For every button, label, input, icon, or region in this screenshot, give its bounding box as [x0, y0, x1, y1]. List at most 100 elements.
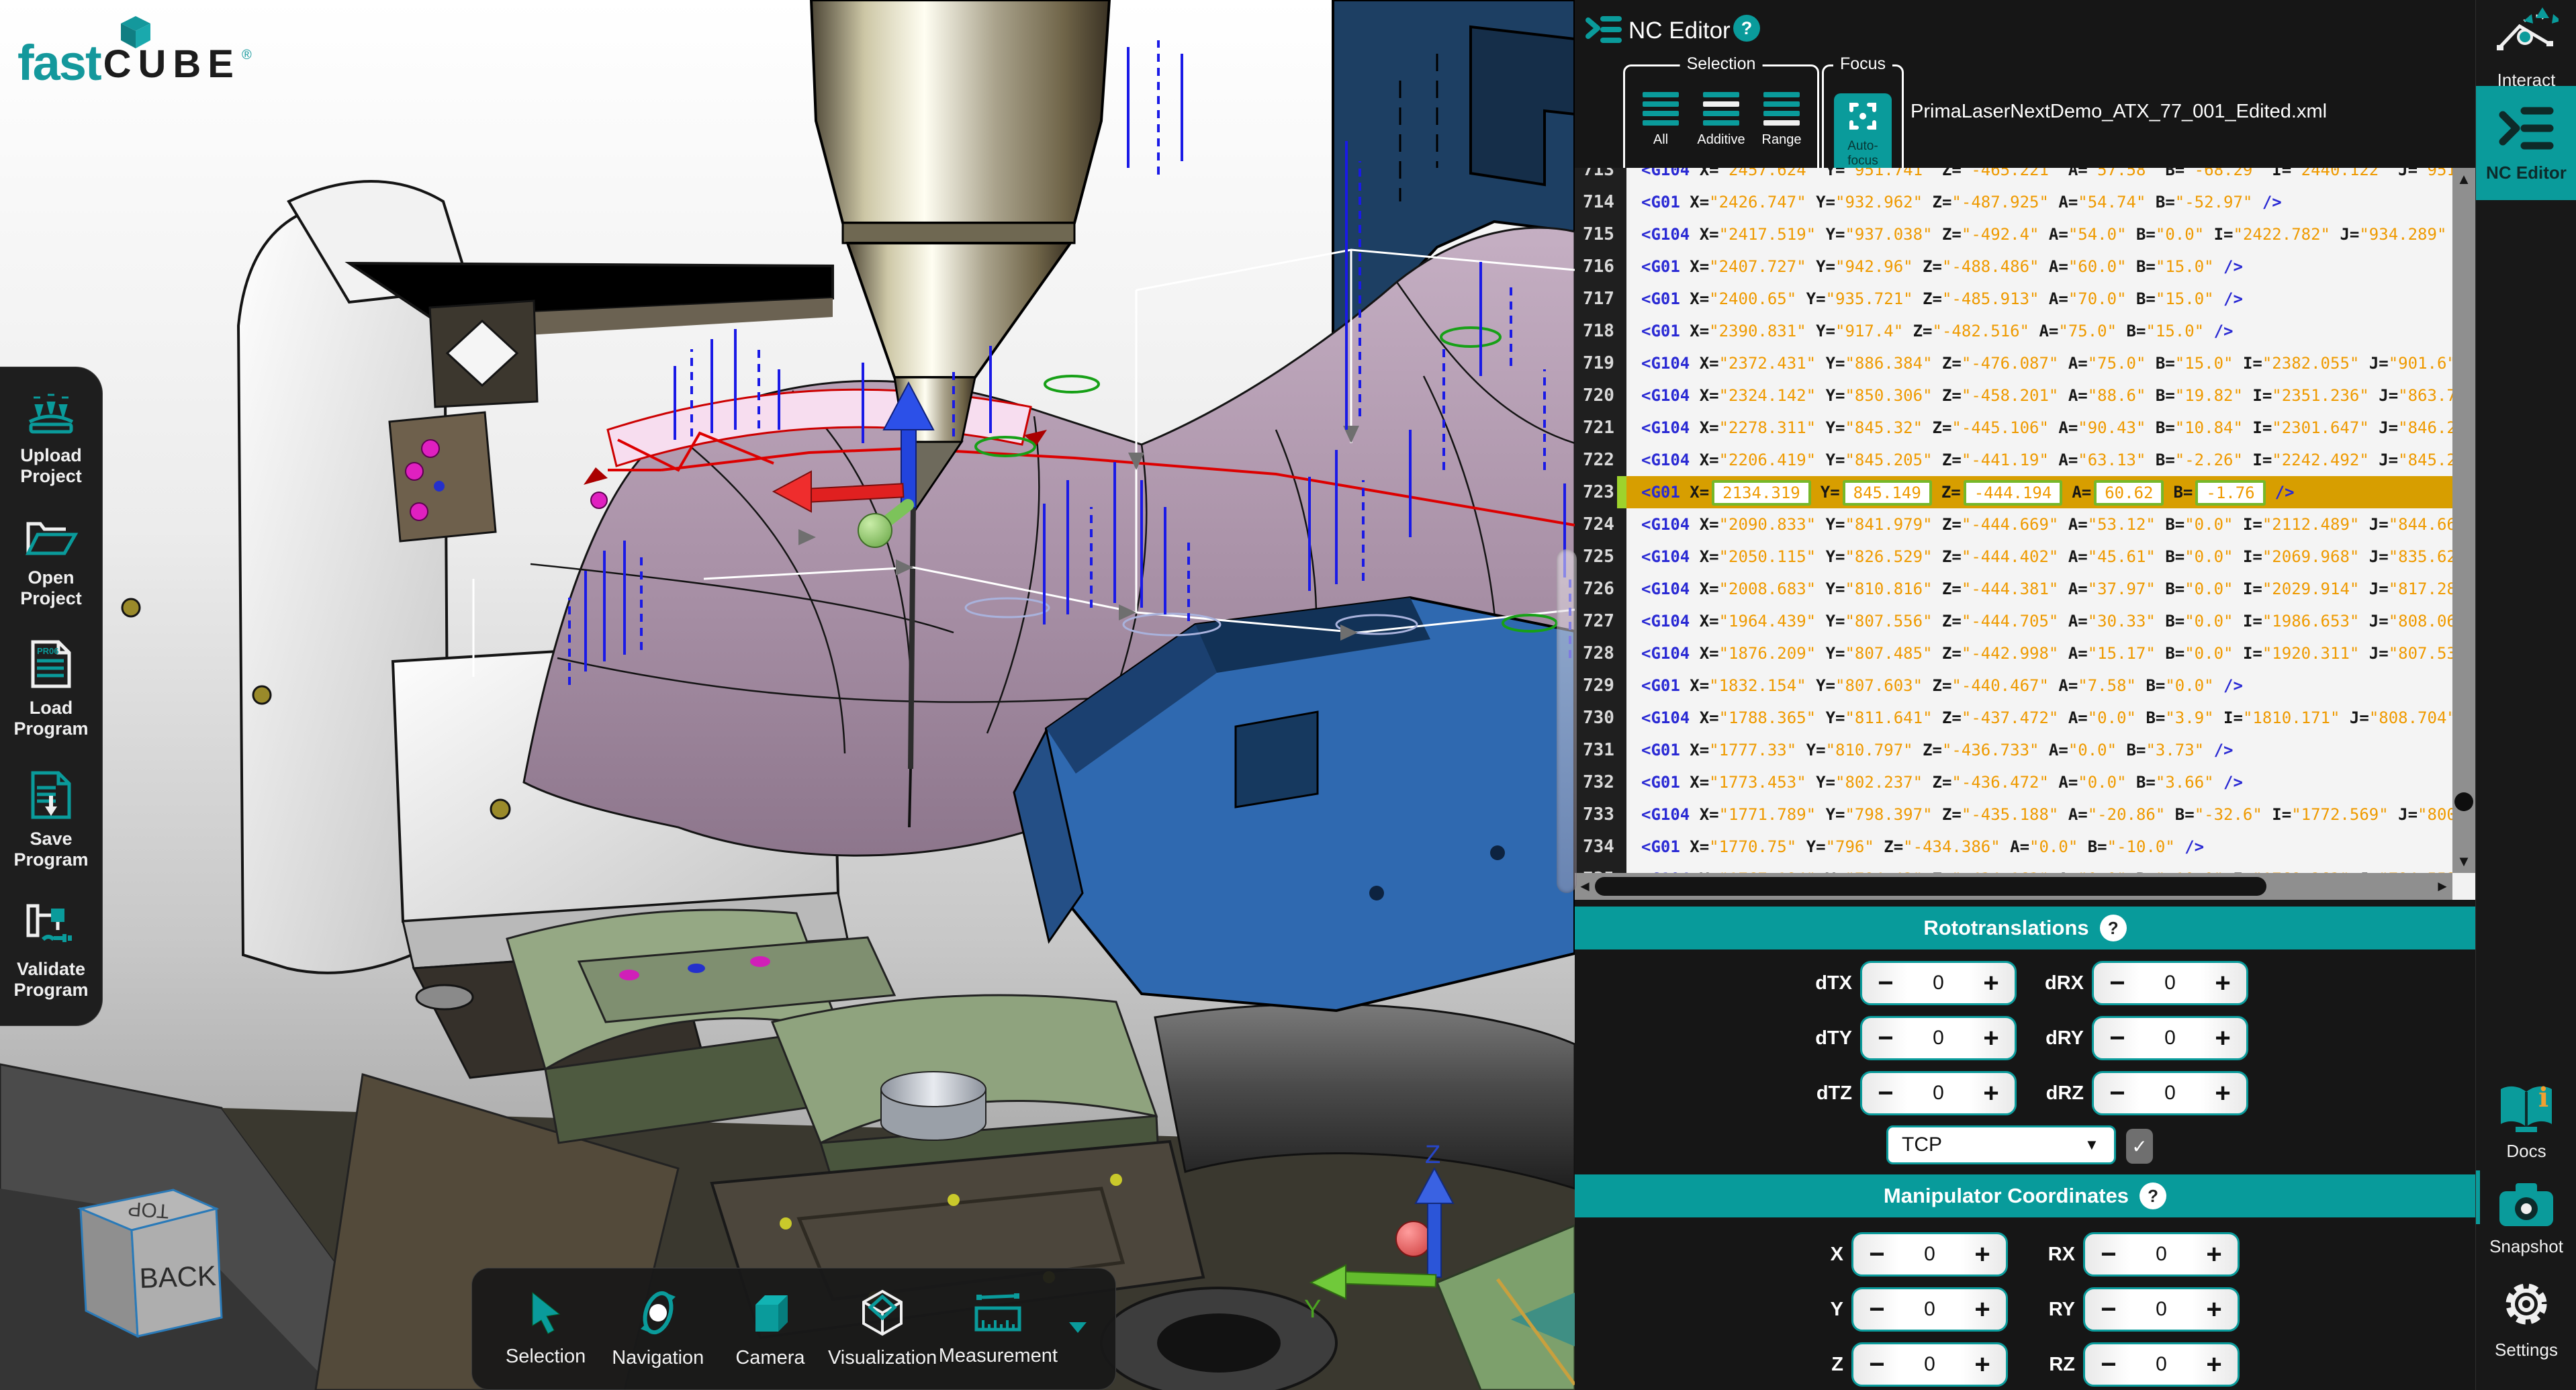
increment-button[interactable]: +: [1968, 964, 2015, 1003]
code-line[interactable]: 718<G01 X="2390.831" Y="917.4" Z="-482.5…: [1575, 315, 2452, 347]
viewport-3d-scene[interactable]: TOP BACK Z Y: [0, 0, 1575, 1390]
code-line[interactable]: 724<G104 X="2090.833" Y="841.979" Z="-44…: [1575, 508, 2452, 541]
sidebar-item-upload[interactable]: Upload Project: [20, 392, 82, 487]
decrement-button[interactable]: −: [2094, 964, 2141, 1003]
rail-button-snapshot[interactable]: Snapshot: [2476, 1180, 2576, 1257]
manip-ry-stepper[interactable]: −0+: [2083, 1287, 2240, 1332]
toolbar-navigation-button[interactable]: Navigation: [602, 1289, 714, 1369]
toolbar-camera-button[interactable]: Camera: [714, 1289, 826, 1369]
code-line-selected[interactable]: 723<G01 X=2134.319Y=845.149Z=-444.194A=6…: [1575, 476, 2452, 508]
code-line[interactable]: 732<G01 X="1773.453" Y="802.237" Z="-436…: [1575, 766, 2452, 798]
toolbar-measurement-button[interactable]: Measurement: [939, 1291, 1058, 1367]
stepper-value[interactable]: 0: [2141, 1082, 2199, 1105]
editable-value-field[interactable]: 2134.319: [1712, 480, 1811, 506]
editable-value-field[interactable]: 60.62: [2094, 480, 2164, 506]
decrement-button[interactable]: −: [2094, 1074, 2141, 1113]
decrement-button[interactable]: −: [2085, 1235, 2132, 1274]
manip-rx-stepper[interactable]: −0+: [2083, 1232, 2240, 1277]
increment-button[interactable]: +: [1959, 1235, 2006, 1274]
code-line[interactable]: 729<G01 X="1832.154" Y="807.603" Z="-440…: [1575, 669, 2452, 702]
increment-button[interactable]: +: [2191, 1345, 2238, 1384]
sidebar-item-open[interactable]: Open Project: [20, 517, 82, 609]
code-line[interactable]: 714<G01 X="2426.747" Y="932.962" Z="-487…: [1575, 186, 2452, 218]
rail-tab-interact[interactable]: Interact: [2476, 5, 2576, 91]
increment-button[interactable]: +: [1959, 1345, 2006, 1384]
viewport-3d[interactable]: TOP BACK Z Y fast: [0, 0, 1575, 1390]
rail-tab-nc-editor[interactable]: NC Editor: [2476, 86, 2576, 200]
scroll-down-icon[interactable]: ▼: [2452, 853, 2475, 870]
decrement-button[interactable]: −: [2085, 1345, 2132, 1384]
decrement-button[interactable]: −: [1862, 964, 1909, 1003]
stepper-value[interactable]: 0: [1900, 1243, 1959, 1266]
roto-dty-stepper[interactable]: −0+: [1860, 1016, 2017, 1060]
code-line[interactable]: 715<G104 X="2417.519" Y="937.038" Z="-49…: [1575, 218, 2452, 250]
code-line[interactable]: 716<G01 X="2407.727" Y="942.96" Z="-488.…: [1575, 250, 2452, 283]
code-line[interactable]: 728<G104 X="1876.209" Y="807.485" Z="-44…: [1575, 637, 2452, 669]
select-range-button[interactable]: Range: [1753, 92, 1810, 148]
hscroll-thumb[interactable]: [1595, 877, 2266, 896]
stepper-value[interactable]: 0: [2141, 1027, 2199, 1050]
vscroll-thumb[interactable]: [2454, 792, 2473, 811]
decrement-button[interactable]: −: [1862, 1019, 1909, 1058]
sidebar-item-validate[interactable]: Validate Program: [13, 900, 88, 1001]
frame-select[interactable]: TCP ▼: [1886, 1125, 2116, 1164]
nc-list-scrollbar[interactable]: [1557, 549, 1577, 893]
code-line[interactable]: 721<G104 X="2278.311" Y="845.32" Z="-445…: [1575, 412, 2452, 444]
stepper-value[interactable]: 0: [1909, 1082, 1968, 1105]
view-cube[interactable]: TOP BACK: [81, 1190, 222, 1336]
increment-button[interactable]: +: [2191, 1235, 2238, 1274]
decrement-button[interactable]: −: [1862, 1074, 1909, 1113]
stepper-value[interactable]: 0: [2132, 1353, 2191, 1376]
code-line[interactable]: 725<G104 X="2050.115" Y="826.529" Z="-44…: [1575, 541, 2452, 573]
toolbar-visualization-button[interactable]: Visualization: [827, 1289, 939, 1369]
apply-frame-button[interactable]: ✓: [2126, 1129, 2153, 1164]
increment-button[interactable]: +: [1968, 1074, 2015, 1113]
code-line[interactable]: 719<G104 X="2372.431" Y="886.384" Z="-47…: [1575, 347, 2452, 379]
manip-y-stepper[interactable]: −0+: [1851, 1287, 2008, 1332]
decrement-button[interactable]: −: [1853, 1235, 1900, 1274]
manipulator-help-button[interactable]: ?: [2140, 1183, 2166, 1209]
scroll-left-icon[interactable]: ◄: [1575, 878, 1595, 895]
select-additive-button[interactable]: Additive: [1692, 92, 1750, 148]
rail-button-docs[interactable]: iDocs: [2476, 1082, 2576, 1162]
manip-x-stepper[interactable]: −0+: [1851, 1232, 2008, 1277]
decrement-button[interactable]: −: [2085, 1290, 2132, 1329]
roto-dtz-stepper[interactable]: −0+: [1860, 1071, 2017, 1115]
increment-button[interactable]: +: [2191, 1290, 2238, 1329]
increment-button[interactable]: +: [1968, 1019, 2015, 1058]
roto-drx-stepper[interactable]: −0+: [2092, 961, 2248, 1005]
stepper-value[interactable]: 0: [1900, 1298, 1959, 1321]
code-line[interactable]: 717<G01 X="2400.65" Y="935.721" Z="-485.…: [1575, 283, 2452, 315]
code-line[interactable]: 733<G104 X="1771.789" Y="798.397" Z="-43…: [1575, 798, 2452, 831]
nc-help-button[interactable]: ?: [1733, 15, 1760, 42]
stepper-value[interactable]: 0: [1900, 1353, 1959, 1376]
code-horizontal-scrollbar[interactable]: ◄ ►: [1575, 873, 2452, 900]
stepper-value[interactable]: 0: [2132, 1298, 2191, 1321]
code-line[interactable]: 727<G104 X="1964.439" Y="807.556" Z="-44…: [1575, 605, 2452, 637]
select-all-button[interactable]: All: [1632, 92, 1690, 148]
scroll-right-icon[interactable]: ►: [2432, 878, 2452, 895]
increment-button[interactable]: +: [1959, 1290, 2006, 1329]
code-line[interactable]: 734<G01 X="1770.75" Y="796" Z="-434.386"…: [1575, 831, 2452, 863]
roto-drz-stepper[interactable]: −0+: [2092, 1071, 2248, 1115]
code-line[interactable]: 730<G104 X="1788.365" Y="811.641" Z="-43…: [1575, 702, 2452, 734]
code-line[interactable]: 735<G104 X="1767.194" Y="794.42" Z="-434…: [1575, 863, 2452, 873]
stepper-value[interactable]: 0: [2132, 1243, 2191, 1266]
editable-value-field[interactable]: 845.149: [1843, 480, 1932, 506]
code-line[interactable]: 713<G104 X="2457.624" Y="951.741" Z="-46…: [1575, 168, 2452, 186]
sidebar-item-load[interactable]: PR06Load Program: [13, 639, 88, 739]
increment-button[interactable]: +: [2199, 964, 2246, 1003]
increment-button[interactable]: +: [2199, 1074, 2246, 1113]
decrement-button[interactable]: −: [1853, 1345, 1900, 1384]
roto-dtx-stepper[interactable]: −0+: [1860, 961, 2017, 1005]
manip-rz-stepper[interactable]: −0+: [2083, 1342, 2240, 1387]
decrement-button[interactable]: −: [2094, 1019, 2141, 1058]
manip-z-stepper[interactable]: −0+: [1851, 1342, 2008, 1387]
sidebar-item-save[interactable]: Save Program: [13, 770, 88, 870]
scroll-up-icon[interactable]: ▲: [2452, 171, 2475, 188]
roto-dry-stepper[interactable]: −0+: [2092, 1016, 2248, 1060]
code-line[interactable]: 722<G104 X="2206.419" Y="845.205" Z="-44…: [1575, 444, 2452, 476]
editable-value-field[interactable]: -1.76: [2195, 480, 2265, 506]
code-vertical-scrollbar[interactable]: ▲ ▼: [2452, 168, 2475, 873]
code-line[interactable]: 726<G104 X="2008.683" Y="810.816" Z="-44…: [1575, 573, 2452, 605]
